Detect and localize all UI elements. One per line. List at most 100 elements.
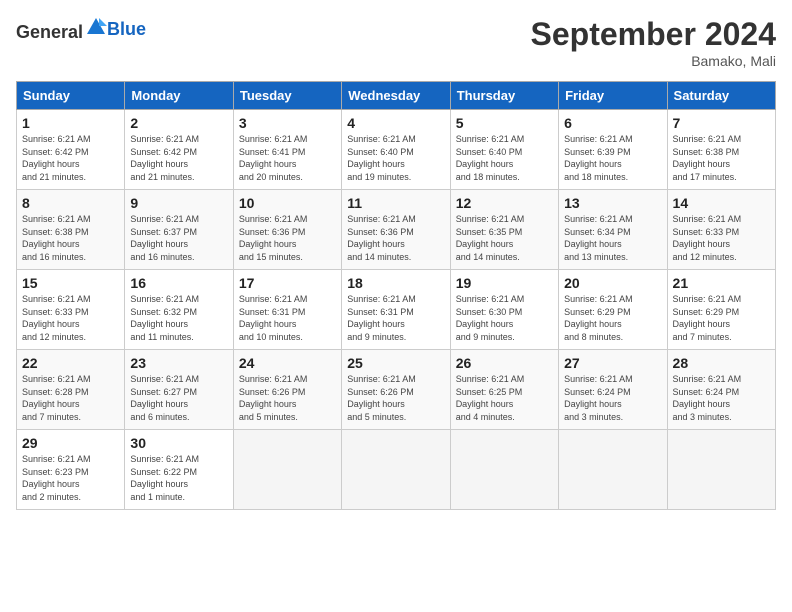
table-row: 19 Sunrise: 6:21 AM Sunset: 6:30 PM Dayl… [450,270,558,350]
table-row: 10 Sunrise: 6:21 AM Sunset: 6:36 PM Dayl… [233,190,341,270]
day-info: Sunrise: 6:21 AM Sunset: 6:40 PM Dayligh… [347,133,444,183]
col-friday: Friday [559,82,667,110]
day-info: Sunrise: 6:21 AM Sunset: 6:24 PM Dayligh… [673,373,770,423]
day-number: 19 [456,275,553,291]
table-row: 7 Sunrise: 6:21 AM Sunset: 6:38 PM Dayli… [667,110,775,190]
col-saturday: Saturday [667,82,775,110]
day-info: Sunrise: 6:21 AM Sunset: 6:36 PM Dayligh… [347,213,444,263]
day-info: Sunrise: 6:21 AM Sunset: 6:29 PM Dayligh… [673,293,770,343]
table-row: 5 Sunrise: 6:21 AM Sunset: 6:40 PM Dayli… [450,110,558,190]
day-info: Sunrise: 6:21 AM Sunset: 6:38 PM Dayligh… [22,213,119,263]
day-number: 25 [347,355,444,371]
table-row: 24 Sunrise: 6:21 AM Sunset: 6:26 PM Dayl… [233,350,341,430]
table-row: 29 Sunrise: 6:21 AM Sunset: 6:23 PM Dayl… [17,430,125,510]
calendar-container: General Blue September 2024 Bamako, Mali… [0,0,792,518]
table-row: 3 Sunrise: 6:21 AM Sunset: 6:41 PM Dayli… [233,110,341,190]
day-number: 3 [239,115,336,131]
day-number: 24 [239,355,336,371]
day-number: 12 [456,195,553,211]
day-info: Sunrise: 6:21 AM Sunset: 6:35 PM Dayligh… [456,213,553,263]
day-info: Sunrise: 6:21 AM Sunset: 6:29 PM Dayligh… [564,293,661,343]
col-tuesday: Tuesday [233,82,341,110]
day-info: Sunrise: 6:21 AM Sunset: 6:36 PM Dayligh… [239,213,336,263]
day-info: Sunrise: 6:21 AM Sunset: 6:30 PM Dayligh… [456,293,553,343]
day-info: Sunrise: 6:21 AM Sunset: 6:42 PM Dayligh… [22,133,119,183]
col-sunday: Sunday [17,82,125,110]
table-row: 8 Sunrise: 6:21 AM Sunset: 6:38 PM Dayli… [17,190,125,270]
day-info: Sunrise: 6:21 AM Sunset: 6:27 PM Dayligh… [130,373,227,423]
logo-general-text: General [16,22,83,42]
day-info: Sunrise: 6:21 AM Sunset: 6:34 PM Dayligh… [564,213,661,263]
day-number: 7 [673,115,770,131]
day-number: 2 [130,115,227,131]
day-info: Sunrise: 6:21 AM Sunset: 6:33 PM Dayligh… [22,293,119,343]
day-info: Sunrise: 6:21 AM Sunset: 6:32 PM Dayligh… [130,293,227,343]
col-monday: Monday [125,82,233,110]
day-info: Sunrise: 6:21 AM Sunset: 6:33 PM Dayligh… [673,213,770,263]
day-number: 20 [564,275,661,291]
day-number: 9 [130,195,227,211]
location: Bamako, Mali [531,53,776,69]
title-area: September 2024 Bamako, Mali [531,16,776,69]
logo: General Blue [16,16,146,43]
day-info: Sunrise: 6:21 AM Sunset: 6:26 PM Dayligh… [239,373,336,423]
logo-blue-text: Blue [107,19,146,40]
day-info: Sunrise: 6:21 AM Sunset: 6:22 PM Dayligh… [130,453,227,503]
table-row: 13 Sunrise: 6:21 AM Sunset: 6:34 PM Dayl… [559,190,667,270]
day-number: 29 [22,435,119,451]
table-row: 2 Sunrise: 6:21 AM Sunset: 6:42 PM Dayli… [125,110,233,190]
table-row [450,430,558,510]
day-info: Sunrise: 6:21 AM Sunset: 6:41 PM Dayligh… [239,133,336,183]
table-row [667,430,775,510]
month-title: September 2024 [531,16,776,53]
day-number: 1 [22,115,119,131]
logo-icon [85,16,107,38]
day-info: Sunrise: 6:21 AM Sunset: 6:26 PM Dayligh… [347,373,444,423]
day-number: 6 [564,115,661,131]
table-row [233,430,341,510]
day-info: Sunrise: 6:21 AM Sunset: 6:24 PM Dayligh… [564,373,661,423]
table-row [559,430,667,510]
col-wednesday: Wednesday [342,82,450,110]
table-row: 21 Sunrise: 6:21 AM Sunset: 6:29 PM Dayl… [667,270,775,350]
day-number: 28 [673,355,770,371]
table-row: 23 Sunrise: 6:21 AM Sunset: 6:27 PM Dayl… [125,350,233,430]
table-row [342,430,450,510]
table-row: 20 Sunrise: 6:21 AM Sunset: 6:29 PM Dayl… [559,270,667,350]
day-info: Sunrise: 6:21 AM Sunset: 6:37 PM Dayligh… [130,213,227,263]
day-number: 23 [130,355,227,371]
table-row: 22 Sunrise: 6:21 AM Sunset: 6:28 PM Dayl… [17,350,125,430]
day-number: 18 [347,275,444,291]
day-number: 13 [564,195,661,211]
table-row: 9 Sunrise: 6:21 AM Sunset: 6:37 PM Dayli… [125,190,233,270]
table-row: 16 Sunrise: 6:21 AM Sunset: 6:32 PM Dayl… [125,270,233,350]
day-number: 22 [22,355,119,371]
day-info: Sunrise: 6:21 AM Sunset: 6:23 PM Dayligh… [22,453,119,503]
day-number: 17 [239,275,336,291]
day-info: Sunrise: 6:21 AM Sunset: 6:39 PM Dayligh… [564,133,661,183]
table-row: 11 Sunrise: 6:21 AM Sunset: 6:36 PM Dayl… [342,190,450,270]
calendar-table: Sunday Monday Tuesday Wednesday Thursday… [16,81,776,510]
day-info: Sunrise: 6:21 AM Sunset: 6:31 PM Dayligh… [239,293,336,343]
day-number: 21 [673,275,770,291]
day-number: 16 [130,275,227,291]
day-number: 15 [22,275,119,291]
table-row: 12 Sunrise: 6:21 AM Sunset: 6:35 PM Dayl… [450,190,558,270]
table-row: 15 Sunrise: 6:21 AM Sunset: 6:33 PM Dayl… [17,270,125,350]
day-number: 4 [347,115,444,131]
day-info: Sunrise: 6:21 AM Sunset: 6:42 PM Dayligh… [130,133,227,183]
day-info: Sunrise: 6:21 AM Sunset: 6:31 PM Dayligh… [347,293,444,343]
table-row: 17 Sunrise: 6:21 AM Sunset: 6:31 PM Dayl… [233,270,341,350]
day-info: Sunrise: 6:21 AM Sunset: 6:25 PM Dayligh… [456,373,553,423]
day-number: 27 [564,355,661,371]
day-info: Sunrise: 6:21 AM Sunset: 6:28 PM Dayligh… [22,373,119,423]
table-row: 26 Sunrise: 6:21 AM Sunset: 6:25 PM Dayl… [450,350,558,430]
table-row: 18 Sunrise: 6:21 AM Sunset: 6:31 PM Dayl… [342,270,450,350]
day-number: 30 [130,435,227,451]
day-number: 26 [456,355,553,371]
table-row: 25 Sunrise: 6:21 AM Sunset: 6:26 PM Dayl… [342,350,450,430]
col-thursday: Thursday [450,82,558,110]
table-row: 1 Sunrise: 6:21 AM Sunset: 6:42 PM Dayli… [17,110,125,190]
table-row: 6 Sunrise: 6:21 AM Sunset: 6:39 PM Dayli… [559,110,667,190]
day-number: 5 [456,115,553,131]
